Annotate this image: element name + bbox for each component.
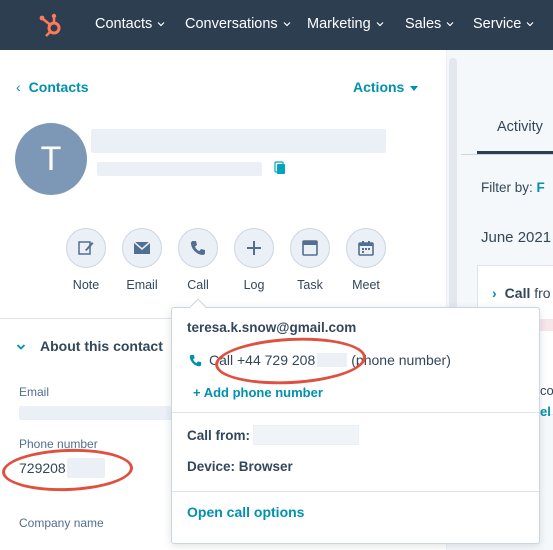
contact-title-redacted [97, 162, 262, 176]
nav-conversations-label: Conversations [185, 16, 278, 32]
note-button[interactable] [66, 228, 106, 268]
email-label: Email [126, 278, 158, 292]
email-button[interactable] [122, 228, 162, 268]
meet-action[interactable]: Meet [346, 228, 386, 292]
add-phone-number-link[interactable]: + Add phone number [193, 385, 323, 400]
company-field-label: Company name [19, 516, 104, 530]
envelope-icon [133, 241, 151, 254]
activity-filter[interactable]: Filter by: F [481, 180, 545, 195]
tab-activity-indicator [477, 151, 553, 154]
actions-label: Actions [353, 79, 405, 95]
activity-card-text: co [540, 383, 553, 398]
log-label: Log [243, 278, 265, 292]
hubspot-logo-icon[interactable] [38, 12, 64, 38]
chevron-down-icon [446, 22, 454, 27]
call-from-select[interactable] [253, 425, 359, 445]
contact-name-redacted [91, 129, 386, 153]
top-navigation: Contacts Conversations Marketing Sales S… [0, 0, 553, 50]
copy-icon[interactable] [274, 161, 286, 175]
chevron-down-icon [157, 22, 165, 27]
note-label: Note [72, 278, 100, 292]
nav-marketing-label: Marketing [307, 16, 371, 32]
plus-icon [247, 241, 261, 255]
email-value-redacted[interactable] [19, 406, 174, 420]
log-action[interactable]: Log [234, 228, 274, 292]
filter-value[interactable]: F [537, 180, 545, 195]
email-action[interactable]: Email [122, 228, 162, 292]
nav-service[interactable]: Service [473, 16, 534, 32]
activity-card-link[interactable]: el [540, 404, 551, 419]
nav-marketing[interactable]: Marketing [307, 16, 384, 32]
meet-button[interactable] [346, 228, 386, 268]
popover-divider [172, 412, 539, 413]
pencil-icon [78, 241, 94, 255]
call-popover: teresa.k.snow@gmail.com Call +44 729 208… [171, 298, 540, 544]
about-section-toggle[interactable]: About this contact [16, 338, 163, 354]
nav-sales-label: Sales [405, 16, 442, 32]
note-action[interactable]: Note [66, 228, 106, 292]
phone-icon [191, 241, 205, 255]
activity-card-from: fro [534, 285, 551, 301]
activity-card-redacted [538, 319, 553, 331]
device-label: Device: Browser [187, 459, 293, 474]
chevron-down-icon [283, 22, 291, 27]
call-label: Call [187, 278, 209, 292]
email-field-label: Email [19, 385, 50, 399]
task-button[interactable] [290, 228, 330, 268]
about-section-title: About this contact [40, 338, 163, 354]
activity-card-title-text: Call [504, 285, 531, 301]
popover-contact-email: teresa.k.snow@gmail.com [187, 320, 357, 335]
phone-icon [189, 354, 202, 366]
chevron-right-icon: › [492, 285, 497, 301]
chevron-down-icon [376, 22, 384, 27]
back-link-label: Contacts [28, 79, 89, 95]
calendar-icon [358, 241, 374, 256]
chevron-down-icon [526, 22, 534, 27]
filter-label: Filter by: [481, 180, 533, 195]
avatar-initial: T [40, 139, 62, 178]
task-icon [302, 240, 318, 256]
avatar: T [15, 123, 87, 195]
call-button[interactable] [178, 228, 218, 268]
call-action[interactable]: Call [178, 228, 218, 292]
log-button[interactable] [234, 228, 274, 268]
chevron-left-icon: ‹ [16, 79, 21, 95]
nav-conversations[interactable]: Conversations [185, 16, 291, 32]
caret-down-icon [410, 85, 419, 91]
back-to-contacts-link[interactable]: ‹ Contacts [16, 79, 89, 95]
actions-dropdown[interactable]: Actions [353, 79, 419, 95]
tab-activity[interactable]: Activity [497, 119, 543, 135]
tabs-divider [461, 154, 553, 155]
nav-contacts[interactable]: Contacts [95, 16, 165, 32]
popover-divider [172, 491, 539, 492]
nav-contacts-label: Contacts [95, 16, 153, 32]
call-from-label: Call from: [187, 428, 251, 443]
chevron-down-icon [16, 344, 26, 351]
nav-service-label: Service [473, 16, 522, 32]
activity-card-title[interactable]: › Call fro [492, 285, 551, 301]
task-label: Task [297, 278, 323, 292]
activity-month-heading: June 2021 [481, 229, 552, 246]
phone-type-label: (phone number) [351, 352, 451, 368]
task-action[interactable]: Task [290, 228, 330, 292]
nav-sales[interactable]: Sales [405, 16, 454, 32]
open-call-options-link[interactable]: Open call options [187, 504, 304, 520]
meet-label: Meet [352, 278, 380, 292]
